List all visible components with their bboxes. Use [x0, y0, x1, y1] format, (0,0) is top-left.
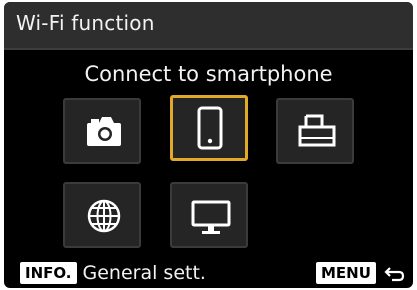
tile-computer[interactable]: [170, 182, 248, 248]
tile-smartphone[interactable]: [170, 95, 248, 161]
camera-icon: [87, 117, 121, 146]
smartphone-icon: [197, 106, 223, 150]
menu-back-hint[interactable]: MENU: [316, 260, 406, 286]
tile-web-service[interactable]: [63, 182, 141, 248]
title-bar: Wi-Fi function: [4, 2, 413, 50]
globe-icon: [87, 199, 121, 233]
return-arrow-icon: [384, 267, 405, 282]
menu-button-key[interactable]: MENU: [316, 262, 376, 284]
general-settings-hint[interactable]: INFO. General sett.: [20, 260, 206, 286]
general-settings-label: General sett.: [82, 262, 206, 284]
screen-title: Wi-Fi function: [16, 11, 155, 35]
monitor-icon: [191, 200, 231, 234]
info-button-key[interactable]: INFO.: [20, 262, 77, 284]
selected-function-label: Connect to smartphone: [84, 62, 333, 86]
tile-camera[interactable]: [63, 98, 141, 164]
printer-icon: [298, 114, 336, 147]
wifi-function-screen: Wi-Fi function Connect to smartphone INF…: [4, 2, 413, 288]
tile-printer[interactable]: [276, 98, 354, 164]
